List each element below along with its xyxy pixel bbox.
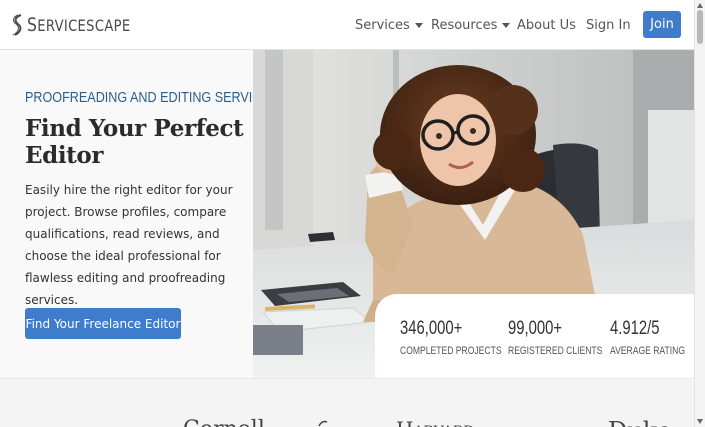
stat-value: 4.912/5 xyxy=(610,318,660,339)
nav-resources[interactable]: Resources xyxy=(431,0,511,50)
scroll-up-icon[interactable] xyxy=(697,3,703,8)
hero-eyebrow: PROOFREADING AND EDITING SERVICES xyxy=(25,89,279,106)
nav-resources-label: Resources xyxy=(431,17,498,33)
stat-value: 99,000+ xyxy=(508,318,562,339)
client-logo-cornell: Cornell xyxy=(183,417,265,427)
servicescape-logo[interactable]: SERVICESCAPE xyxy=(12,13,153,37)
stat-value: 346,000+ xyxy=(400,318,463,339)
join-button[interactable]: Join xyxy=(643,11,681,38)
nav-services-label: Services xyxy=(355,17,410,33)
chevron-down-icon xyxy=(414,22,423,28)
nav-about-us[interactable]: About Us xyxy=(517,0,576,50)
nav-services[interactable]: Services xyxy=(355,0,423,50)
logo-mark-icon xyxy=(12,14,22,36)
nav-about-us-label: About Us xyxy=(517,17,576,33)
page-title: Find Your Perfect Editor xyxy=(25,115,244,169)
logo-wordmark: SERVICESCAPE xyxy=(27,14,131,36)
chevron-down-icon xyxy=(502,22,511,28)
client-logo-duke: Duke xyxy=(608,417,671,427)
find-editor-button[interactable]: Find Your Freelance Editor xyxy=(25,308,181,339)
stat-average-rating: 4.912/5 AVERAGE RATING xyxy=(610,318,705,357)
stat-label: REGISTERED CLIENTS xyxy=(508,345,603,357)
hero-description: Easily hire the right editor for your pr… xyxy=(25,183,233,307)
scroll-down-icon[interactable] xyxy=(697,419,703,424)
client-logo-mark-icon xyxy=(318,420,328,427)
page-scrollbar[interactable] xyxy=(694,0,705,427)
nav-sign-in[interactable]: Sign In xyxy=(586,0,631,50)
hero-text-panel: PROOFREADING AND EDITING SERVICES Find Y… xyxy=(0,50,278,378)
client-logo-harvard: Harvard xyxy=(396,417,475,427)
stat-label: AVERAGE RATING xyxy=(610,345,686,357)
stat-label: COMPLETED PROJECTS xyxy=(400,345,502,357)
nav-sign-in-label: Sign In xyxy=(586,17,631,33)
site-header: SERVICESCAPE Services Resources About Us… xyxy=(0,0,705,50)
client-logos-strip: Cornell Harvard Duke xyxy=(0,378,694,427)
stats-card: 346,000+ COMPLETED PROJECTS 99,000+ REGI… xyxy=(375,294,694,378)
scroll-thumb[interactable] xyxy=(697,10,703,44)
